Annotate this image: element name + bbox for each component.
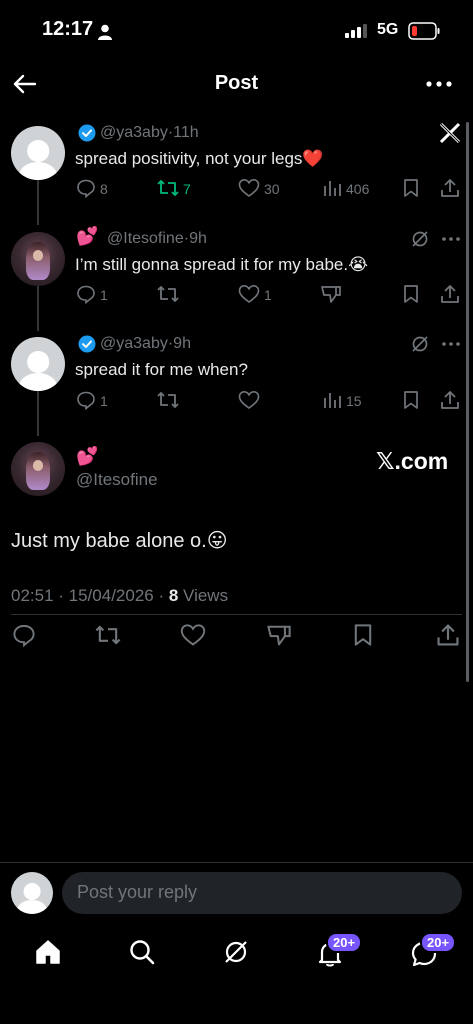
like-icon[interactable] xyxy=(238,178,260,198)
search-icon[interactable] xyxy=(128,938,156,966)
avatar[interactable] xyxy=(11,232,65,286)
divider xyxy=(11,614,462,615)
reply-icon[interactable] xyxy=(76,284,96,304)
user-handle[interactable]: @Itesofine xyxy=(76,470,158,490)
bookmark-icon[interactable] xyxy=(402,390,420,410)
grok-icon[interactable] xyxy=(410,229,430,249)
post-timestamp: 02:51 · 15/04/2026 · 8 Views xyxy=(11,586,229,605)
signal-icon xyxy=(345,24,371,38)
views-count: 15 xyxy=(346,393,362,409)
status-time: 12:17 xyxy=(42,18,94,40)
avatar[interactable] xyxy=(11,442,65,496)
repost-icon[interactable] xyxy=(156,284,180,304)
reply-icon[interactable] xyxy=(76,390,96,410)
reply-text: I’m still gonna spread it for my babe.😭 xyxy=(75,255,368,274)
repost-icon[interactable] xyxy=(94,623,122,647)
grok-icon[interactable] xyxy=(222,938,250,966)
thread-line xyxy=(37,391,39,436)
reply-icon[interactable] xyxy=(12,623,36,647)
reply-count: 1 xyxy=(100,287,108,303)
page-title: Post xyxy=(214,72,259,94)
post-text: Just my babe alone o.😛 xyxy=(11,530,228,552)
post-time: 11h xyxy=(173,124,199,141)
person-icon xyxy=(98,24,112,40)
notifications-badge: 20+ xyxy=(326,932,363,953)
repost-icon[interactable] xyxy=(156,390,180,410)
post-time: 9h xyxy=(189,230,207,247)
post-time: 9h xyxy=(173,335,191,352)
repost-count: 7 xyxy=(183,181,191,197)
verified-badge-icon xyxy=(78,124,96,142)
reply-count: 8 xyxy=(100,181,108,197)
repost-icon[interactable] xyxy=(156,178,180,198)
verified-badge-icon xyxy=(78,335,96,353)
like-icon[interactable] xyxy=(180,623,206,647)
battery-icon xyxy=(408,22,440,40)
messages-badge: 20+ xyxy=(420,932,457,953)
network-label: 5G xyxy=(377,21,399,38)
thread-line xyxy=(37,180,39,225)
more-options-icon[interactable] xyxy=(424,74,454,94)
avatar[interactable] xyxy=(11,126,65,180)
share-icon[interactable] xyxy=(436,622,460,648)
reply-count: 1 xyxy=(100,393,108,409)
grok-icon[interactable] xyxy=(410,334,430,354)
home-icon[interactable] xyxy=(34,938,62,966)
bookmark-icon[interactable] xyxy=(402,284,420,304)
reply-text: spread positivity, not your legs❤️ xyxy=(75,149,324,168)
tongue-emoji: 😛 xyxy=(206,530,228,552)
divider xyxy=(0,862,473,863)
heart-emoji: ❤️ xyxy=(302,149,324,168)
more-options-icon[interactable] xyxy=(440,337,462,351)
user-handle[interactable]: @Itesofine xyxy=(107,230,184,247)
share-icon[interactable] xyxy=(440,389,460,411)
like-count: 30 xyxy=(264,181,280,197)
crying-emoji: 😭 xyxy=(348,255,368,274)
user-handle[interactable]: @ya3aby xyxy=(100,124,168,141)
scrollbar[interactable] xyxy=(466,122,469,682)
views-icon[interactable] xyxy=(322,390,342,410)
views-count: 8 xyxy=(168,586,179,605)
like-icon[interactable] xyxy=(238,284,260,304)
more-options-icon[interactable] xyxy=(440,232,462,246)
x-logo-icon xyxy=(438,121,462,145)
reply-meta: @ya3aby·11h xyxy=(100,124,199,141)
bookmark-icon[interactable] xyxy=(352,623,374,647)
share-icon[interactable] xyxy=(440,283,460,305)
dislike-icon[interactable] xyxy=(266,623,292,647)
views-count: 406 xyxy=(346,181,370,197)
avatar[interactable] xyxy=(11,337,65,391)
reply-meta: @Itesofine·9h xyxy=(107,230,207,247)
dislike-icon[interactable] xyxy=(320,284,342,304)
name-emoji: 💕 xyxy=(76,446,99,466)
reply-text: spread it for me when? xyxy=(75,360,248,379)
user-handle[interactable]: @ya3aby xyxy=(100,335,168,352)
bookmark-icon[interactable] xyxy=(402,178,420,198)
views-icon[interactable] xyxy=(322,178,342,198)
reply-placeholder: Post your reply xyxy=(77,882,198,902)
avatar[interactable] xyxy=(11,872,53,914)
reply-icon[interactable] xyxy=(76,178,96,198)
share-icon[interactable] xyxy=(440,177,460,199)
x-watermark: 𝕏.com xyxy=(376,448,449,474)
name-emoji: 💕 xyxy=(76,226,99,246)
like-icon[interactable] xyxy=(238,390,260,410)
like-count: 1 xyxy=(264,287,272,303)
thread-line xyxy=(37,286,39,331)
reply-meta: @ya3aby·9h xyxy=(100,335,191,352)
